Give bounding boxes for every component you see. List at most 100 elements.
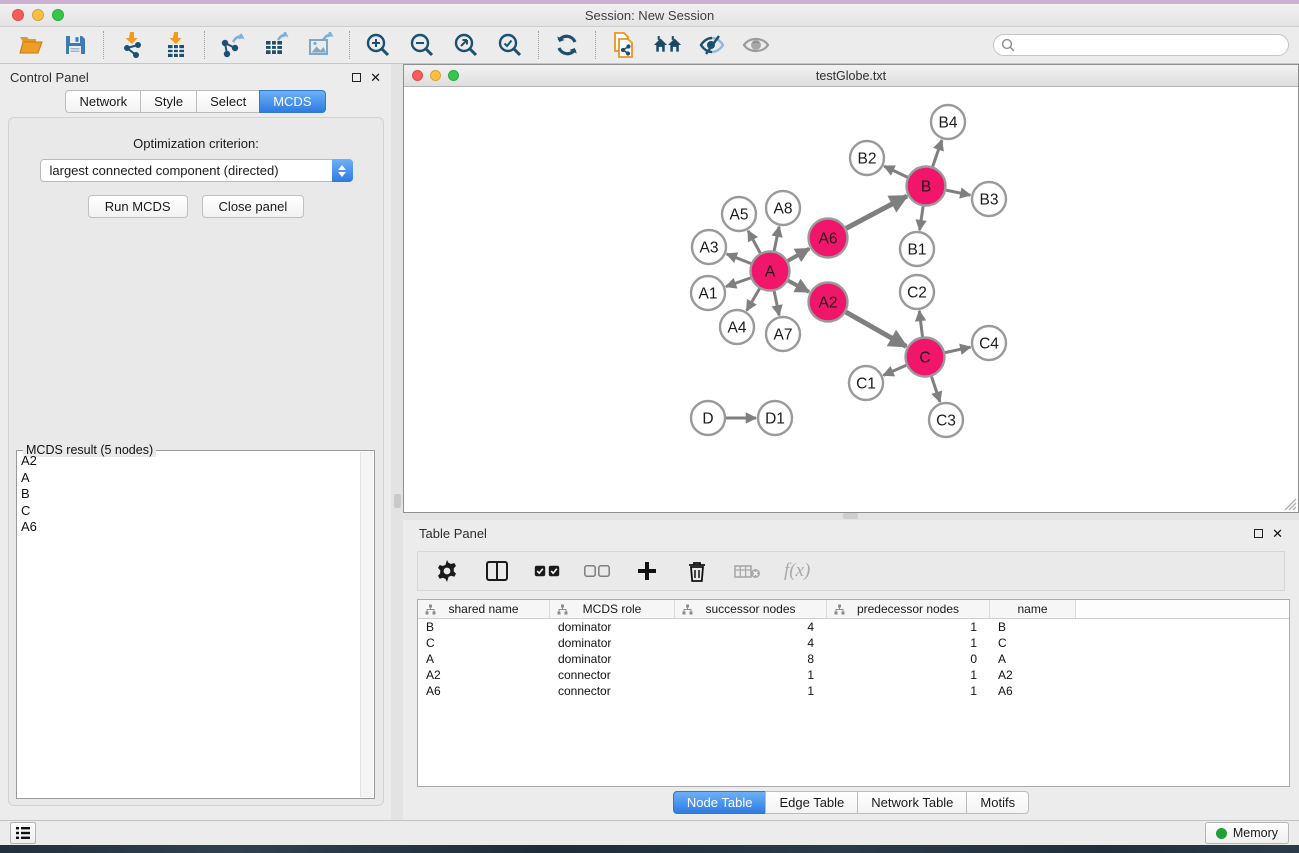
edge-A-A5[interactable] — [748, 231, 760, 253]
edge-A-A6[interactable] — [788, 249, 809, 261]
node-A8[interactable]: A8 — [766, 191, 800, 225]
node-A3[interactable]: A3 — [692, 230, 726, 264]
cell[interactable]: 1 — [827, 635, 990, 651]
task-history-button[interactable] — [10, 822, 36, 844]
node-A[interactable]: A — [751, 252, 790, 291]
deselect-all-icon[interactable] — [584, 558, 610, 584]
hide-graphics-details-icon[interactable] — [697, 30, 727, 60]
first-neighbors-icon[interactable] — [653, 30, 683, 60]
network-close-button[interactable] — [412, 70, 423, 81]
add-column-icon[interactable] — [634, 558, 660, 584]
node-C3[interactable]: C3 — [929, 403, 963, 437]
cell[interactable]: B — [418, 619, 550, 635]
close-panel-icon[interactable]: ✕ — [370, 71, 381, 84]
edge-B-B4[interactable] — [933, 140, 942, 167]
result-list-item[interactable]: A — [21, 470, 359, 487]
delete-table-icon[interactable] — [734, 558, 760, 584]
edge-A-A7[interactable] — [774, 291, 779, 315]
tab-network[interactable]: Network — [65, 90, 141, 113]
node-B4[interactable]: B4 — [931, 105, 965, 139]
node-B[interactable]: B — [907, 167, 946, 206]
cell[interactable]: C — [418, 635, 550, 651]
edge-B-B2[interactable] — [884, 166, 907, 177]
horizontal-splitter-handle[interactable] — [843, 513, 858, 519]
edge-B-B1[interactable] — [920, 206, 923, 230]
delete-column-icon[interactable] — [684, 558, 710, 584]
cell[interactable]: 1 — [675, 667, 827, 683]
tab-node-table[interactable]: Node Table — [673, 791, 767, 814]
edge-A6-B[interactable] — [846, 196, 907, 228]
cell[interactable]: A — [990, 651, 1076, 667]
tab-style[interactable]: Style — [140, 90, 197, 113]
node-C4[interactable]: C4 — [972, 326, 1006, 360]
search-input[interactable] — [993, 34, 1289, 56]
tab-motifs[interactable]: Motifs — [966, 791, 1029, 814]
cell[interactable]: dominator — [550, 651, 675, 667]
column-header-shared-name[interactable]: shared name — [418, 600, 550, 618]
select-all-icon[interactable] — [534, 558, 560, 584]
window-resize-grip[interactable] — [1284, 498, 1297, 511]
export-table-icon[interactable] — [262, 30, 292, 60]
node-D[interactable]: D — [691, 401, 725, 435]
network-minimize-button[interactable] — [430, 70, 441, 81]
node-A6[interactable]: A6 — [809, 219, 848, 258]
table-row-A2[interactable]: A2connector11A2 — [418, 667, 1289, 683]
edge-B-B3[interactable] — [946, 190, 970, 195]
tab-select[interactable]: Select — [196, 90, 260, 113]
cell[interactable]: A6 — [990, 683, 1076, 699]
close-panel-button[interactable]: Close panel — [202, 195, 305, 218]
node-A1[interactable]: A1 — [691, 276, 725, 310]
cell[interactable]: B — [990, 619, 1076, 635]
node-D1[interactable]: D1 — [758, 401, 792, 435]
edge-C-C3[interactable] — [931, 376, 940, 402]
cell[interactable]: 0 — [827, 651, 990, 667]
cell[interactable]: dominator — [550, 619, 675, 635]
edge-A-A1[interactable] — [726, 278, 751, 287]
result-list-scrollbar[interactable] — [360, 452, 373, 797]
import-network-icon[interactable] — [117, 30, 147, 60]
cell[interactable]: connector — [550, 667, 675, 683]
table-close-panel-icon[interactable]: ✕ — [1272, 527, 1283, 540]
table-settings-icon[interactable] — [434, 558, 460, 584]
float-panel-icon[interactable] — [352, 73, 361, 82]
zoom-out-icon[interactable] — [407, 30, 437, 60]
result-list-item[interactable]: A6 — [21, 519, 359, 536]
cell[interactable]: A2 — [418, 667, 550, 683]
cell[interactable]: dominator — [550, 635, 675, 651]
cell[interactable]: 1 — [675, 683, 827, 699]
node-A7[interactable]: A7 — [766, 317, 800, 351]
clone-network-icon[interactable] — [609, 30, 639, 60]
cell[interactable]: A — [418, 651, 550, 667]
cell[interactable]: 1 — [827, 683, 990, 699]
zoom-selected-icon[interactable] — [495, 30, 525, 60]
column-header-successor-nodes[interactable]: successor nodes — [675, 600, 827, 618]
result-list-item[interactable]: A2 — [21, 453, 359, 470]
cell[interactable]: A6 — [418, 683, 550, 699]
column-header-MCDS-role[interactable]: MCDS role — [550, 600, 675, 618]
edge-C-C4[interactable] — [945, 347, 970, 353]
node-A5[interactable]: A5 — [722, 197, 756, 231]
refresh-icon[interactable] — [552, 30, 582, 60]
edge-A-A2[interactable] — [788, 281, 809, 292]
edge-A-A4[interactable] — [747, 289, 760, 311]
criterion-dropdown[interactable]: largest connected component (directed) — [40, 159, 353, 182]
export-network-icon[interactable] — [218, 30, 248, 60]
node-A2[interactable]: A2 — [809, 283, 848, 322]
edge-A-A3[interactable] — [727, 254, 751, 264]
cell[interactable]: A2 — [990, 667, 1076, 683]
cell[interactable]: 1 — [827, 619, 990, 635]
edge-A-A8[interactable] — [774, 227, 779, 251]
zoom-fit-icon[interactable] — [451, 30, 481, 60]
cell[interactable]: 4 — [675, 619, 827, 635]
table-row-A6[interactable]: A6connector11A6 — [418, 683, 1289, 699]
node-B1[interactable]: B1 — [900, 232, 934, 266]
table-row-C[interactable]: Cdominator41C — [418, 635, 1289, 651]
cell[interactable]: 4 — [675, 635, 827, 651]
edge-A2-C[interactable] — [846, 312, 906, 346]
node-C1[interactable]: C1 — [849, 366, 883, 400]
cell[interactable]: 1 — [827, 667, 990, 683]
network-maximize-button[interactable] — [448, 70, 459, 81]
show-columns-icon[interactable] — [484, 558, 510, 584]
table-row-A[interactable]: Adominator80A — [418, 651, 1289, 667]
table-row-B[interactable]: Bdominator41B — [418, 619, 1289, 635]
